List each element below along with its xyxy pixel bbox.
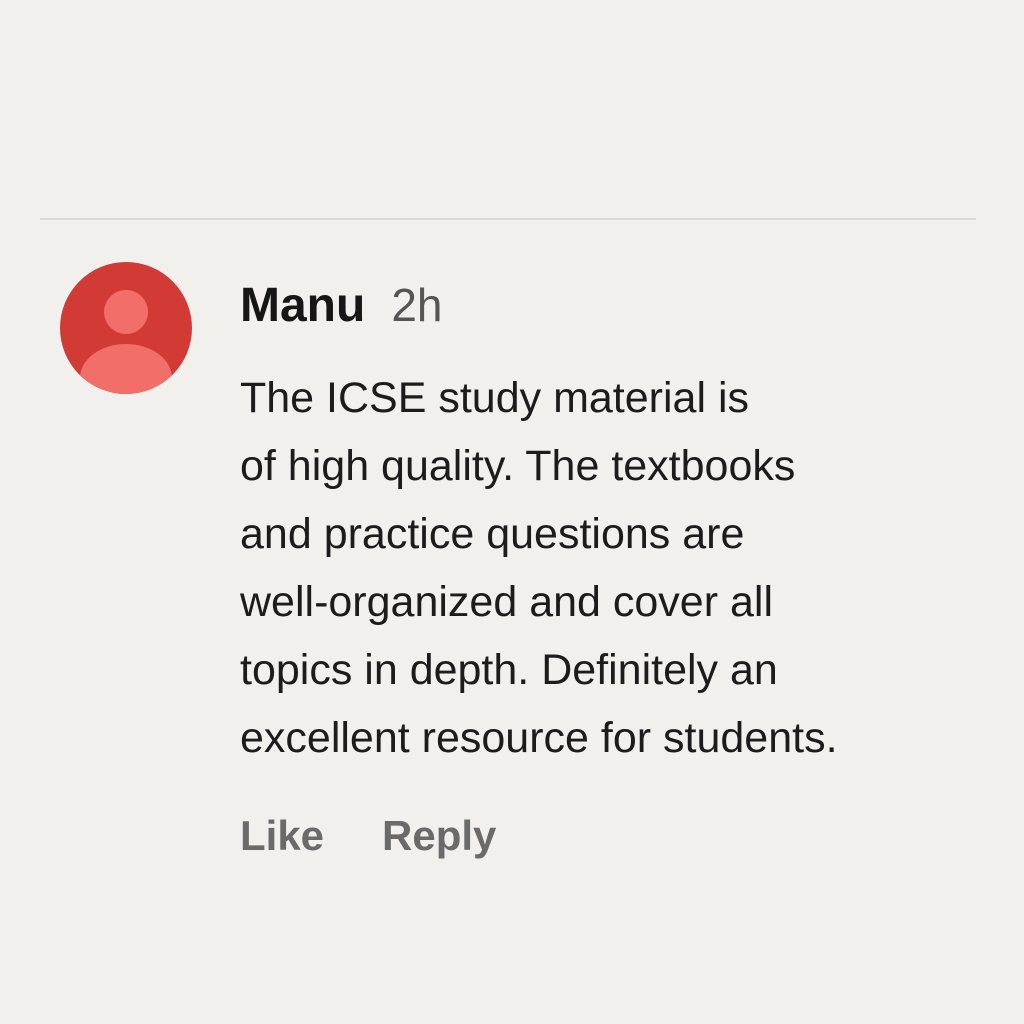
top-divider [40,218,976,220]
comment-text: The ICSE study material is of high quali… [240,374,838,762]
like-button[interactable]: Like [240,810,324,862]
author-name[interactable]: Manu [240,277,365,335]
avatar[interactable] [60,262,192,394]
reply-button[interactable]: Reply [382,810,496,862]
user-silhouette-icon [80,290,172,394]
timestamp: 2h [391,279,443,331]
comment-actions: Like Reply [240,810,1000,862]
comment-header: Manu 2h [240,276,1000,334]
comment-content: Manu 2h The ICSE study material is of hi… [240,276,1000,862]
